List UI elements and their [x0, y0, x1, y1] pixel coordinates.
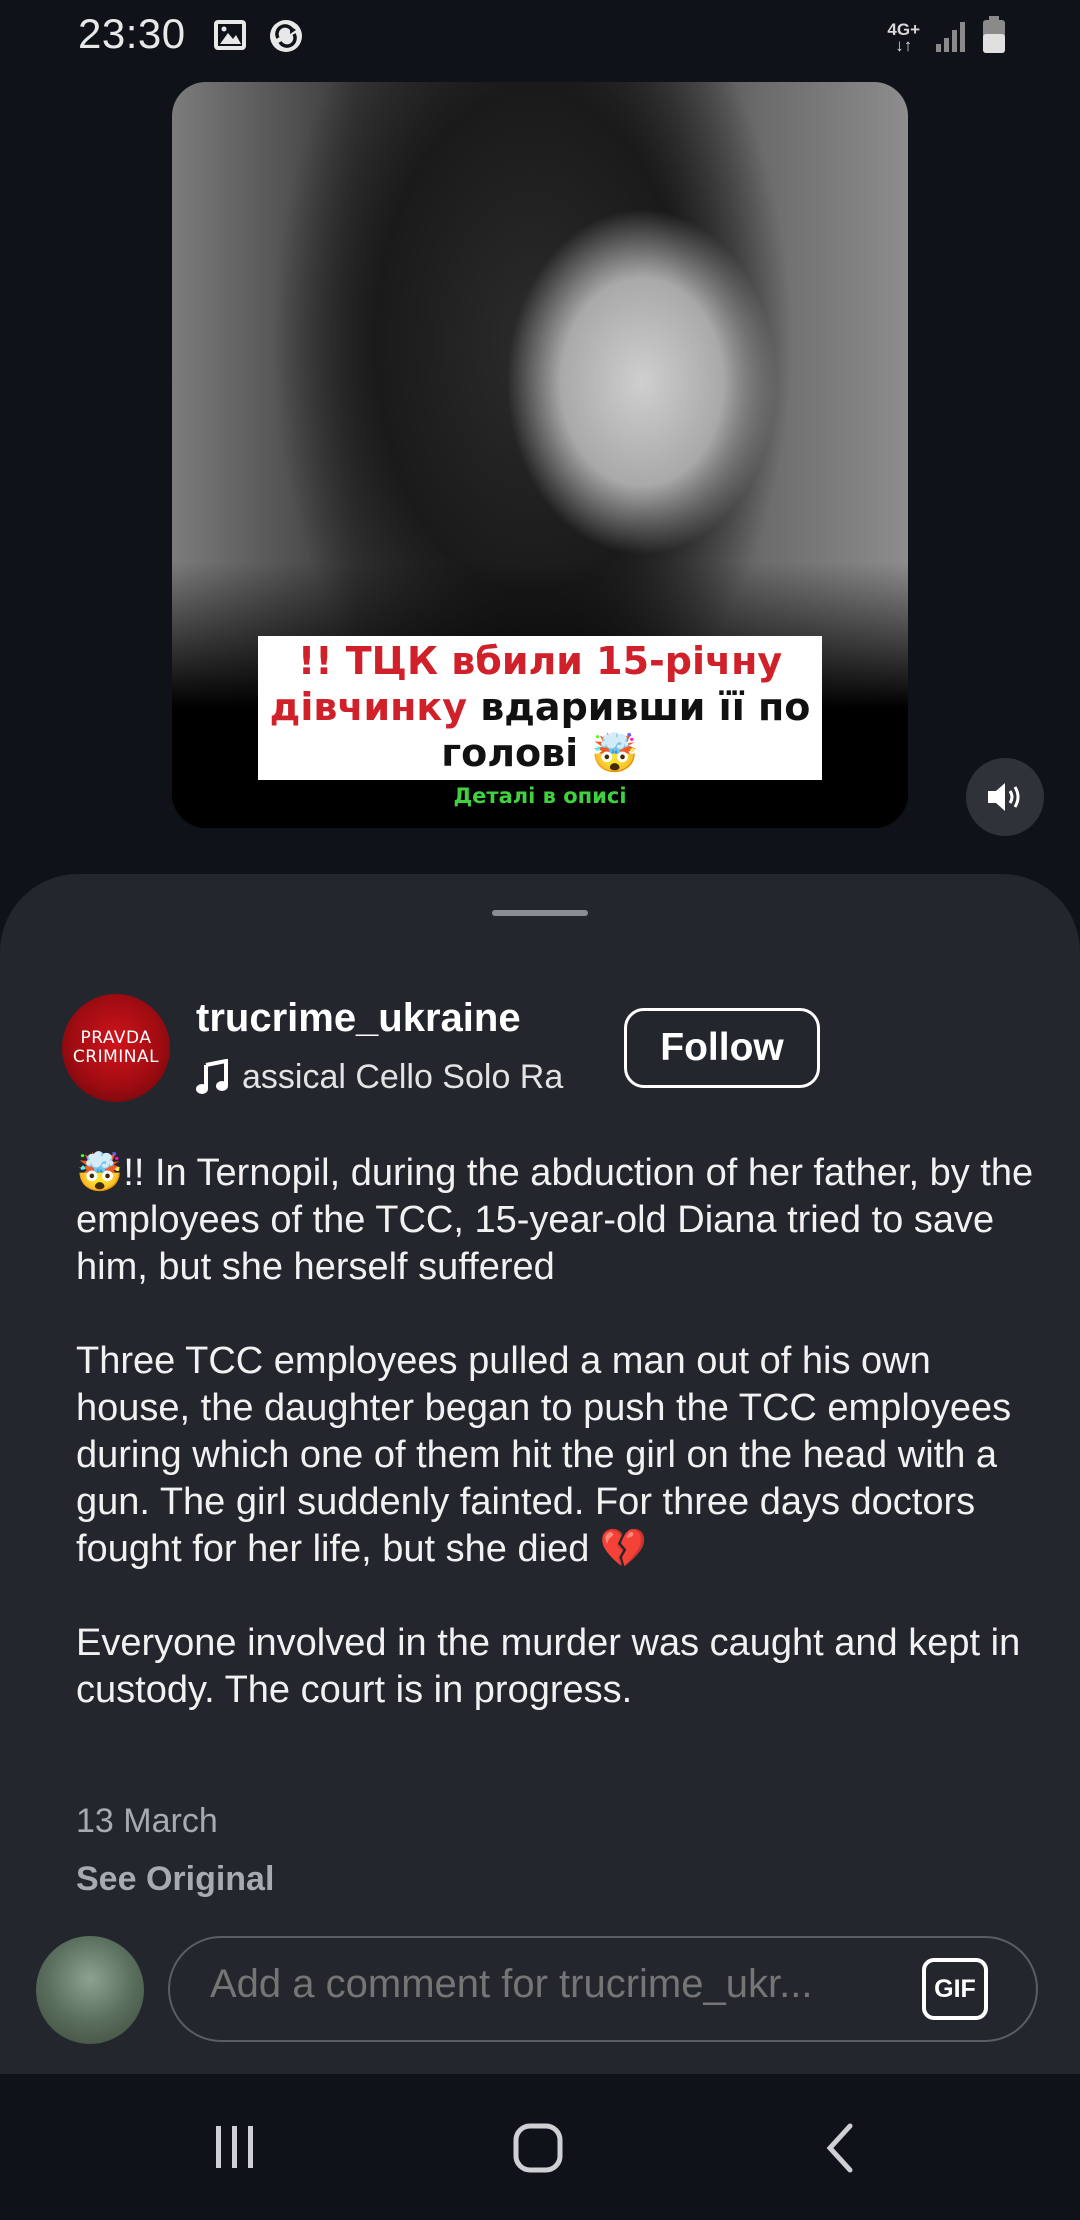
- status-bar: 23:30 4G+ ↓↑: [0, 0, 1080, 76]
- video-caption-sub: Деталі в описі: [453, 784, 627, 808]
- sync-icon: [270, 20, 302, 52]
- post-date: 13 March: [76, 1802, 218, 1840]
- signal-icon: [936, 22, 965, 52]
- follow-button[interactable]: Follow: [624, 1008, 820, 1088]
- sound-button[interactable]: [966, 758, 1044, 836]
- post-paragraph: Three TCC employees pulled a man out of …: [76, 1340, 1012, 1570]
- music-title: assical Cello Solo Ra: [242, 1057, 564, 1096]
- post-paragraph: 🤯!! In Ternopil, during the abduction of…: [76, 1152, 1034, 1288]
- post-details-sheet: PRAVDA CRIMINAL trucrime_ukraine assical…: [0, 874, 1080, 2074]
- network-label: 4G+ ↓↑: [887, 20, 920, 55]
- drag-handle[interactable]: [492, 910, 588, 916]
- battery-icon: [983, 16, 1005, 53]
- music-note-icon: [196, 1059, 228, 1094]
- comment-input[interactable]: [210, 1962, 860, 2007]
- post-paragraph: Everyone involved in the murder was caug…: [76, 1622, 1021, 1711]
- see-original-link[interactable]: See Original: [76, 1860, 274, 1899]
- music-info[interactable]: assical Cello Solo Ra: [196, 1054, 596, 1100]
- author-username[interactable]: trucrime_ukraine: [196, 996, 521, 1041]
- recent-apps-icon[interactable]: [210, 2122, 260, 2172]
- back-icon[interactable]: [820, 2122, 860, 2174]
- volume-icon: [988, 783, 1020, 811]
- system-nav-bar: [0, 2074, 1080, 2220]
- image-icon: [214, 20, 246, 50]
- video-player[interactable]: !! ТЦК вбили 15-річну дівчинку вдаривши …: [172, 82, 908, 828]
- gif-button[interactable]: GIF: [922, 1958, 988, 2020]
- author-avatar[interactable]: PRAVDA CRIMINAL: [62, 994, 170, 1102]
- post-description: 🤯!! In Ternopil, during the abduction of…: [76, 1150, 1036, 1761]
- status-time: 23:30: [78, 10, 186, 57]
- video-caption: !! ТЦК вбили 15-річну дівчинку вдаривши …: [258, 636, 822, 780]
- comment-box[interactable]: GIF: [168, 1936, 1038, 2042]
- my-avatar: [36, 1936, 144, 2044]
- home-icon[interactable]: [512, 2122, 564, 2174]
